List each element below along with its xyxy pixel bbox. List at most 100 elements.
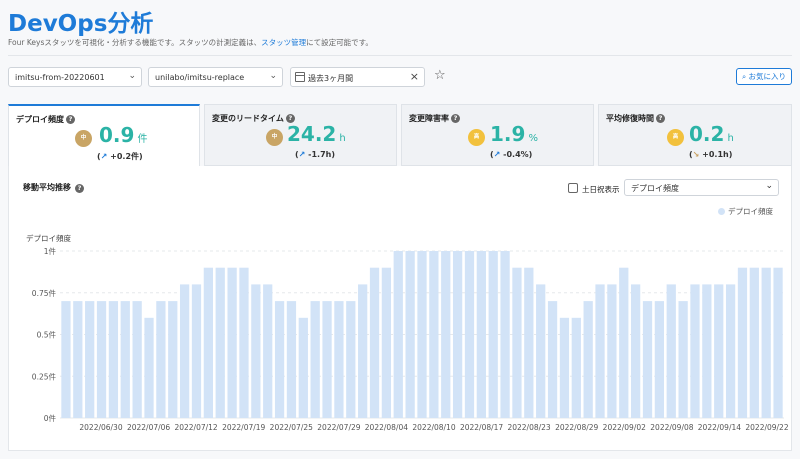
- card-value: 0.9 件: [99, 123, 148, 147]
- chart-bar[interactable]: [464, 251, 475, 418]
- subtitle-text-before: Four Keysスタッツを可視化・分析する機能です。スタッツの計測定義は、: [8, 38, 262, 47]
- trend-panel: 移動平均推移? 土日祝表示 デプロイ頻度 ⌄ デプロイ頻度 デプロイ頻度 0件 0…: [8, 166, 792, 451]
- close-icon[interactable]: ×: [410, 70, 419, 83]
- time-to-restore-card[interactable]: 平均修復時間? 高 0.2 h (↘ +0.1h): [598, 104, 792, 166]
- chart-bar[interactable]: [690, 284, 700, 418]
- chart-bar[interactable]: [761, 267, 771, 418]
- chart-bar[interactable]: [286, 301, 297, 418]
- period-input[interactable]: 過去3ヶ月間 ×: [290, 67, 425, 87]
- chart-bar[interactable]: [274, 301, 285, 418]
- lead-time-card[interactable]: 変更のリードタイム? 中 24.2 h (↗ -1.7h): [204, 104, 397, 166]
- chart-bar[interactable]: [559, 317, 570, 418]
- chart-bar[interactable]: [108, 301, 119, 418]
- chart-bar[interactable]: [132, 301, 142, 418]
- chart-bar[interactable]: [191, 284, 202, 418]
- help-icon[interactable]: ?: [75, 184, 84, 193]
- arrow-up-right-icon: ↗: [493, 150, 501, 159]
- x-tick-label: 2022/08/29: [555, 423, 598, 432]
- weekend-checkbox-label[interactable]: 土日祝表示: [582, 184, 620, 195]
- chart-bar[interactable]: [417, 251, 427, 418]
- chart-bar[interactable]: [547, 301, 558, 418]
- legend-swatch: [718, 208, 725, 215]
- chart-bar[interactable]: [452, 251, 463, 418]
- rank-badge-icon: 高: [667, 129, 684, 146]
- chart-bar[interactable]: [619, 267, 629, 418]
- chart-bar[interactable]: [441, 251, 451, 418]
- chart-bar[interactable]: [476, 251, 486, 418]
- chart-bar[interactable]: [393, 251, 403, 418]
- help-icon[interactable]: ?: [656, 114, 665, 123]
- card-title: 平均修復時間?: [606, 113, 665, 124]
- chart-bar[interactable]: [369, 267, 380, 418]
- chart-bar[interactable]: [358, 284, 368, 418]
- chart-bar[interactable]: [227, 267, 237, 418]
- chart-bar[interactable]: [381, 267, 392, 418]
- chart-bar[interactable]: [263, 284, 273, 418]
- repository-select[interactable]: unilabo/imitsu-replace ⌄: [148, 67, 283, 87]
- chart-bar[interactable]: [251, 284, 261, 418]
- chart-legend[interactable]: デプロイ頻度: [718, 206, 773, 217]
- deploy-frequency-card[interactable]: デプロイ頻度? 中 0.9 件 (↗ +0.2件): [8, 104, 200, 168]
- chart-bar[interactable]: [85, 301, 95, 418]
- metric-select[interactable]: デプロイ頻度 ⌄: [624, 179, 779, 196]
- team-select[interactable]: imitsu-from-20220601 ⌄: [8, 67, 142, 87]
- arrow-down-right-icon: ↘: [692, 150, 700, 159]
- chart-bar[interactable]: [500, 251, 510, 418]
- chart-bar[interactable]: [346, 301, 356, 418]
- chart-bar[interactable]: [749, 267, 759, 418]
- chart-bar[interactable]: [678, 301, 688, 418]
- chart-bar[interactable]: [524, 267, 534, 418]
- card-title: 変更のリードタイム?: [212, 113, 295, 124]
- chart-bar[interactable]: [310, 301, 320, 418]
- chart-bar[interactable]: [73, 301, 83, 418]
- help-icon[interactable]: ?: [451, 114, 460, 123]
- change-failure-rate-card[interactable]: 変更障害率? 高 1.9% (↗ -0.4%): [401, 104, 594, 166]
- y-tick-label: 0件: [44, 413, 57, 423]
- chart-bar[interactable]: [96, 301, 107, 418]
- chart-bar[interactable]: [144, 317, 154, 418]
- chart-bar[interactable]: [571, 317, 581, 418]
- chart-bar[interactable]: [666, 284, 676, 418]
- panel-title: 移動平均推移?: [23, 182, 84, 193]
- help-icon[interactable]: ?: [66, 115, 75, 124]
- chart-bar[interactable]: [215, 267, 225, 418]
- x-tick-label: 2022/09/14: [698, 423, 741, 432]
- subtitle-text-after: にて設定可能です。: [306, 38, 373, 47]
- chart-bar[interactable]: [334, 301, 344, 418]
- chart-bar[interactable]: [536, 284, 546, 418]
- arrow-up-right-icon: ↗: [298, 150, 306, 159]
- chart-bar[interactable]: [239, 267, 249, 418]
- chart-bar[interactable]: [654, 301, 665, 418]
- chart-bar[interactable]: [583, 301, 593, 418]
- chevron-down-icon: ⌄: [269, 71, 277, 81]
- chart-bar[interactable]: [725, 284, 736, 418]
- chart-bar[interactable]: [203, 267, 213, 418]
- stats-management-link[interactable]: スタッツ管理: [261, 38, 306, 47]
- chart-bar[interactable]: [595, 284, 605, 418]
- chart-bar[interactable]: [156, 301, 166, 418]
- favorite-button[interactable]: ⌕ お気に入り: [736, 68, 792, 85]
- x-tick-label: 2022/07/12: [174, 423, 217, 432]
- chart-bar[interactable]: [179, 284, 190, 418]
- chart-bar[interactable]: [512, 267, 522, 418]
- chart-bar[interactable]: [607, 284, 617, 418]
- chart-bar[interactable]: [61, 301, 71, 418]
- chart-bar[interactable]: [488, 251, 498, 418]
- rank-badge-icon: 高: [468, 129, 485, 146]
- chart-bar[interactable]: [405, 251, 415, 418]
- chart-bar[interactable]: [168, 301, 178, 418]
- chevron-down-icon: ⌄: [765, 181, 773, 191]
- chart-bar[interactable]: [120, 301, 130, 418]
- star-icon[interactable]: ☆: [434, 68, 446, 83]
- chart-bar[interactable]: [429, 251, 439, 418]
- chart-bar[interactable]: [714, 284, 724, 418]
- chart-bar[interactable]: [322, 301, 332, 418]
- chart-bar[interactable]: [773, 267, 783, 418]
- chart-bar[interactable]: [631, 284, 641, 418]
- chart-bar[interactable]: [702, 284, 712, 418]
- chart-bar[interactable]: [737, 267, 748, 418]
- chart-bar[interactable]: [298, 317, 308, 418]
- chart-bar[interactable]: [642, 301, 653, 418]
- weekend-checkbox[interactable]: [568, 183, 578, 193]
- card-title: 変更障害率?: [409, 113, 460, 124]
